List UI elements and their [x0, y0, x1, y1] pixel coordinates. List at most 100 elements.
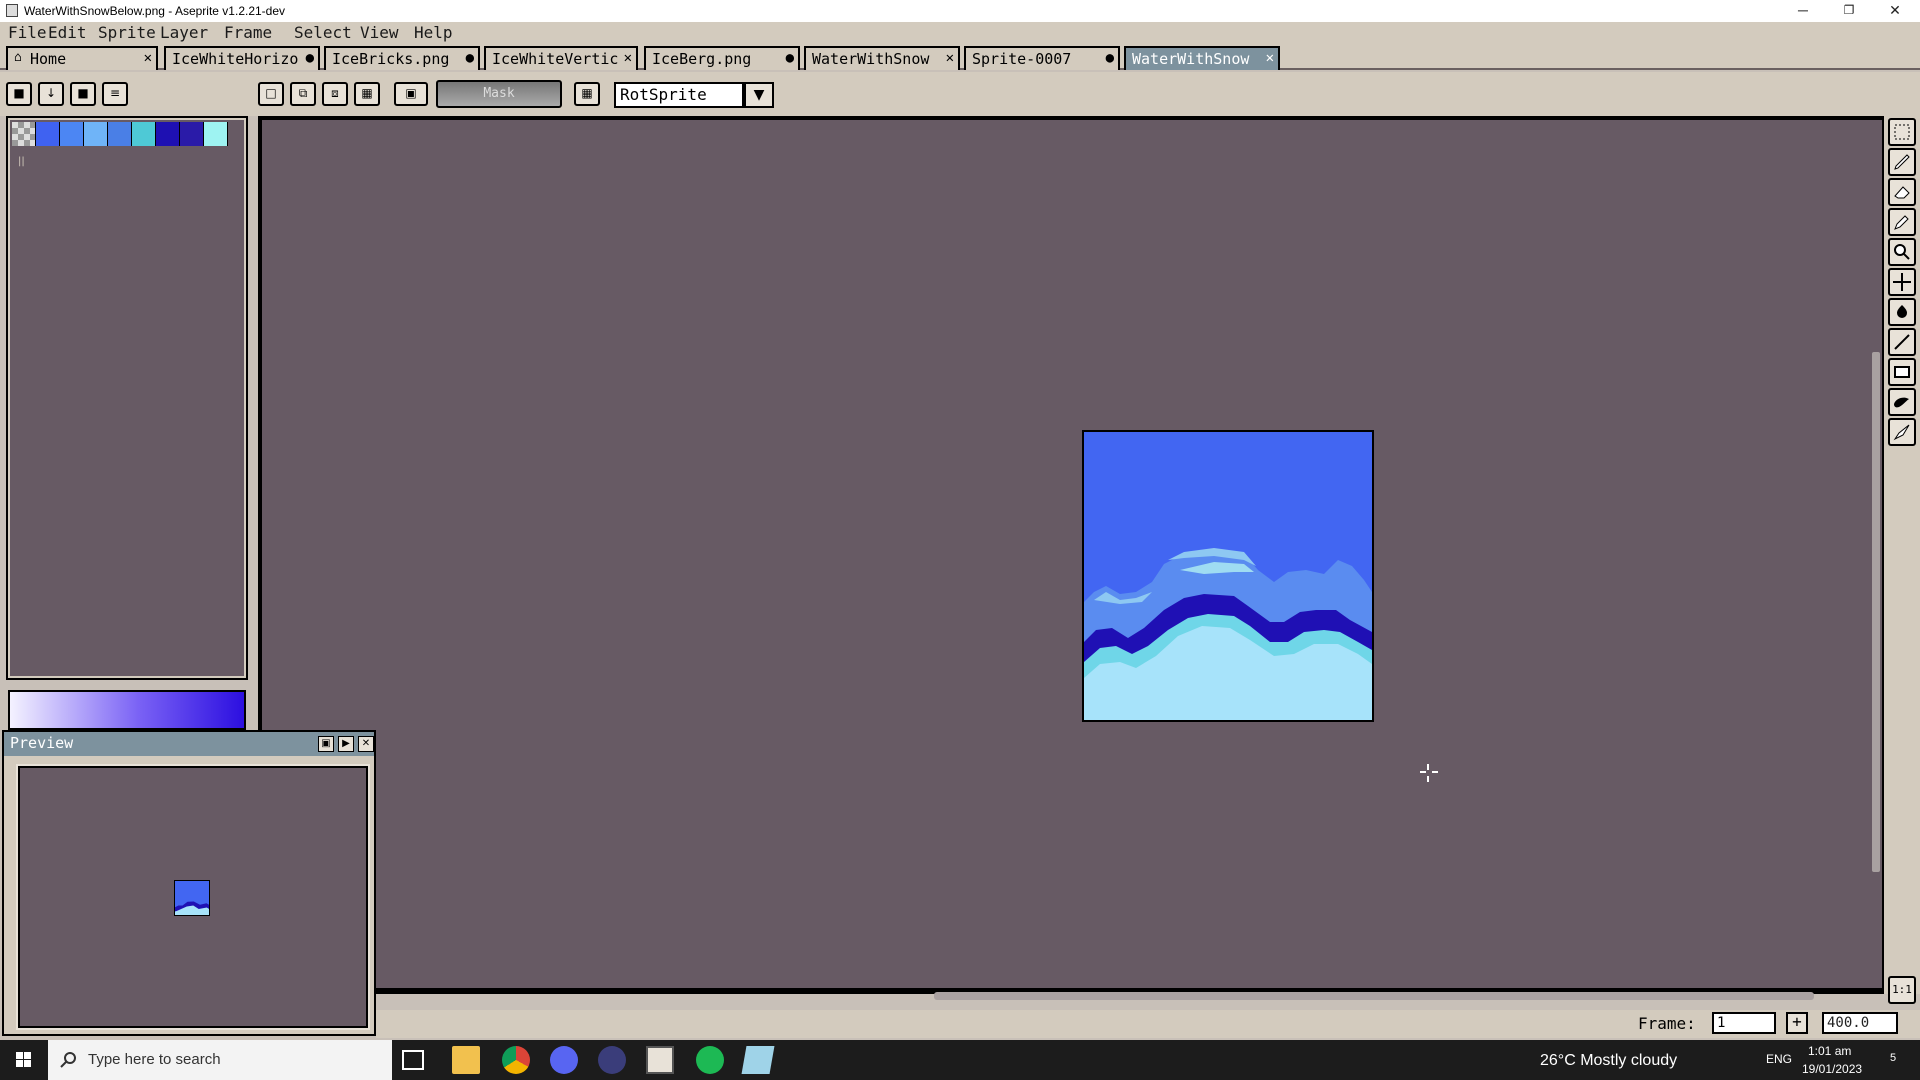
blur-tool-icon[interactable]	[1888, 418, 1916, 446]
bucket-tool-icon[interactable]	[1888, 298, 1916, 326]
palette-swatch[interactable]	[84, 122, 108, 146]
marquee-tool-icon[interactable]	[1888, 118, 1916, 146]
taskbar-search[interactable]: Type here to search	[48, 1040, 392, 1080]
horizontal-scroll-thumb[interactable]	[934, 992, 1814, 1000]
preview-sprite-thumbnail	[174, 880, 210, 916]
eyedropper-tool-icon[interactable]	[1888, 208, 1916, 236]
spotify-icon[interactable]	[696, 1046, 724, 1074]
selection-subtract-icon[interactable]: ⧈	[322, 82, 348, 106]
transparent-swatch[interactable]	[12, 122, 36, 146]
pencil-tool-icon[interactable]	[1888, 148, 1916, 176]
canvas-background[interactable]	[262, 120, 1870, 988]
color-spectrum[interactable]	[8, 690, 246, 730]
tab-sprite-0007[interactable]: Sprite-0007 ●	[964, 46, 1120, 70]
menu-icon[interactable]: ≡	[102, 82, 128, 106]
home-icon: ⌂	[14, 50, 22, 65]
tab-iceberg[interactable]: IceBerg.png ●	[644, 46, 800, 70]
language-indicator[interactable]: ENG	[1766, 1052, 1792, 1066]
zoom-tool-icon[interactable]	[1888, 238, 1916, 266]
palette-swatch[interactable]	[180, 122, 204, 146]
rectangle-tool-icon[interactable]	[1888, 358, 1916, 386]
frame-input[interactable]: 1	[1712, 1012, 1776, 1034]
chrome-icon[interactable]	[502, 1046, 530, 1074]
contour-tool-icon[interactable]	[1888, 388, 1916, 416]
play-icon[interactable]: ▶	[338, 736, 354, 752]
status-bar: Frame: 1 + 400.0	[376, 1010, 1920, 1038]
modified-dot-icon[interactable]: ●	[1106, 50, 1114, 66]
aseprite-icon[interactable]	[646, 1046, 674, 1074]
transparent-color-icon[interactable]: ▣	[394, 82, 428, 106]
close-icon[interactable]: ✕	[1266, 50, 1274, 66]
sprite-canvas[interactable]	[1082, 430, 1374, 722]
menu-sprite[interactable]: Sprite	[98, 23, 156, 42]
rotation-algorithm-select[interactable]: RotSprite	[614, 82, 744, 108]
tab-label: WaterWithSnow	[812, 50, 930, 68]
close-icon[interactable]: ✕	[624, 50, 632, 66]
menu-edit[interactable]: Edit	[48, 23, 87, 42]
close-icon[interactable]: ✕	[946, 50, 954, 66]
clock-date[interactable]: 19/01/2023	[1802, 1062, 1862, 1076]
zoom-input[interactable]: 400.0	[1822, 1012, 1898, 1034]
tab-waterwithsnow-active[interactable]: WaterWithSnow ✕	[1124, 46, 1280, 70]
pivot-icon[interactable]: ▦	[574, 82, 600, 106]
fullscreen-icon[interactable]: ▣	[318, 736, 334, 752]
preview-window: Preview ▣ ▶ ✕	[2, 730, 376, 1036]
selection-intersect-icon[interactable]: ▦	[354, 82, 380, 106]
file-explorer-icon[interactable]	[452, 1046, 480, 1074]
menu-file[interactable]: File	[8, 23, 47, 42]
weather-text[interactable]: 26°C Mostly cloudy	[1540, 1052, 1677, 1070]
menu-frame[interactable]: Frame	[224, 23, 272, 42]
tab-home[interactable]: Home ⌂ ✕	[6, 46, 158, 70]
notepad-icon[interactable]	[741, 1046, 775, 1074]
line-tool-icon[interactable]	[1888, 328, 1916, 356]
modified-dot-icon[interactable]: ●	[466, 50, 474, 66]
lock-icon[interactable]: ■	[6, 82, 32, 106]
tab-waterwithsnow-1[interactable]: WaterWithSnow ✕	[804, 46, 960, 70]
app-icon[interactable]	[598, 1046, 626, 1074]
eraser-tool-icon[interactable]	[1888, 178, 1916, 206]
modified-dot-icon[interactable]: ●	[306, 50, 314, 66]
search-icon	[60, 1052, 76, 1068]
stop-icon[interactable]: ■	[70, 82, 96, 106]
minimize-button[interactable]: ─	[1780, 0, 1826, 22]
add-frame-button[interactable]: +	[1786, 1012, 1808, 1034]
palette-swatch[interactable]	[156, 122, 180, 146]
menu-view[interactable]: View	[360, 23, 399, 42]
selection-replace-icon[interactable]: □	[258, 82, 284, 106]
move-tool-icon[interactable]	[1888, 268, 1916, 296]
tab-label: Home	[30, 50, 67, 68]
notification-count[interactable]: 5	[1890, 1052, 1896, 1064]
palette-swatches	[12, 122, 228, 148]
sprite-image	[1084, 432, 1372, 720]
tab-icebricks[interactable]: IceBricks.png ●	[324, 46, 480, 70]
editor-area	[258, 116, 1884, 1000]
palette-resize-handle[interactable]: ||	[18, 156, 25, 167]
tab-label: Sprite-0007	[972, 50, 1072, 68]
tab-icewhitevertical[interactable]: IceWhiteVertic ✕	[484, 46, 638, 70]
close-icon[interactable]: ✕	[144, 50, 152, 66]
tab-icewhitehorizontal[interactable]: IceWhiteHorizo ●	[164, 46, 320, 70]
clock-time[interactable]: 1:01 am	[1808, 1044, 1851, 1058]
close-button[interactable]: ✕	[1872, 0, 1918, 22]
selection-add-icon[interactable]: ⧉	[290, 82, 316, 106]
modified-dot-icon[interactable]: ●	[786, 50, 794, 66]
start-button[interactable]	[0, 1040, 48, 1080]
download-icon[interactable]: ↓	[38, 82, 64, 106]
actual-size-button[interactable]: 1:1	[1888, 976, 1916, 1004]
close-icon[interactable]: ✕	[358, 736, 374, 752]
discord-icon[interactable]	[550, 1046, 578, 1074]
chevron-down-icon[interactable]: ▼	[744, 82, 774, 108]
menu-select[interactable]: Select	[294, 23, 352, 42]
mask-button[interactable]: Mask	[436, 80, 562, 108]
menu-help[interactable]: Help	[414, 23, 453, 42]
palette-swatch[interactable]	[36, 122, 60, 146]
palette-swatch[interactable]	[60, 122, 84, 146]
palette-swatch[interactable]	[204, 122, 228, 146]
task-view-icon[interactable]	[402, 1050, 424, 1070]
palette-swatch[interactable]	[132, 122, 156, 146]
menu-layer[interactable]: Layer	[160, 23, 208, 42]
palette-panel: ||	[6, 116, 248, 680]
vertical-scroll-thumb[interactable]	[1872, 352, 1880, 872]
palette-swatch[interactable]	[108, 122, 132, 146]
restore-button[interactable]: ❐	[1826, 0, 1872, 22]
